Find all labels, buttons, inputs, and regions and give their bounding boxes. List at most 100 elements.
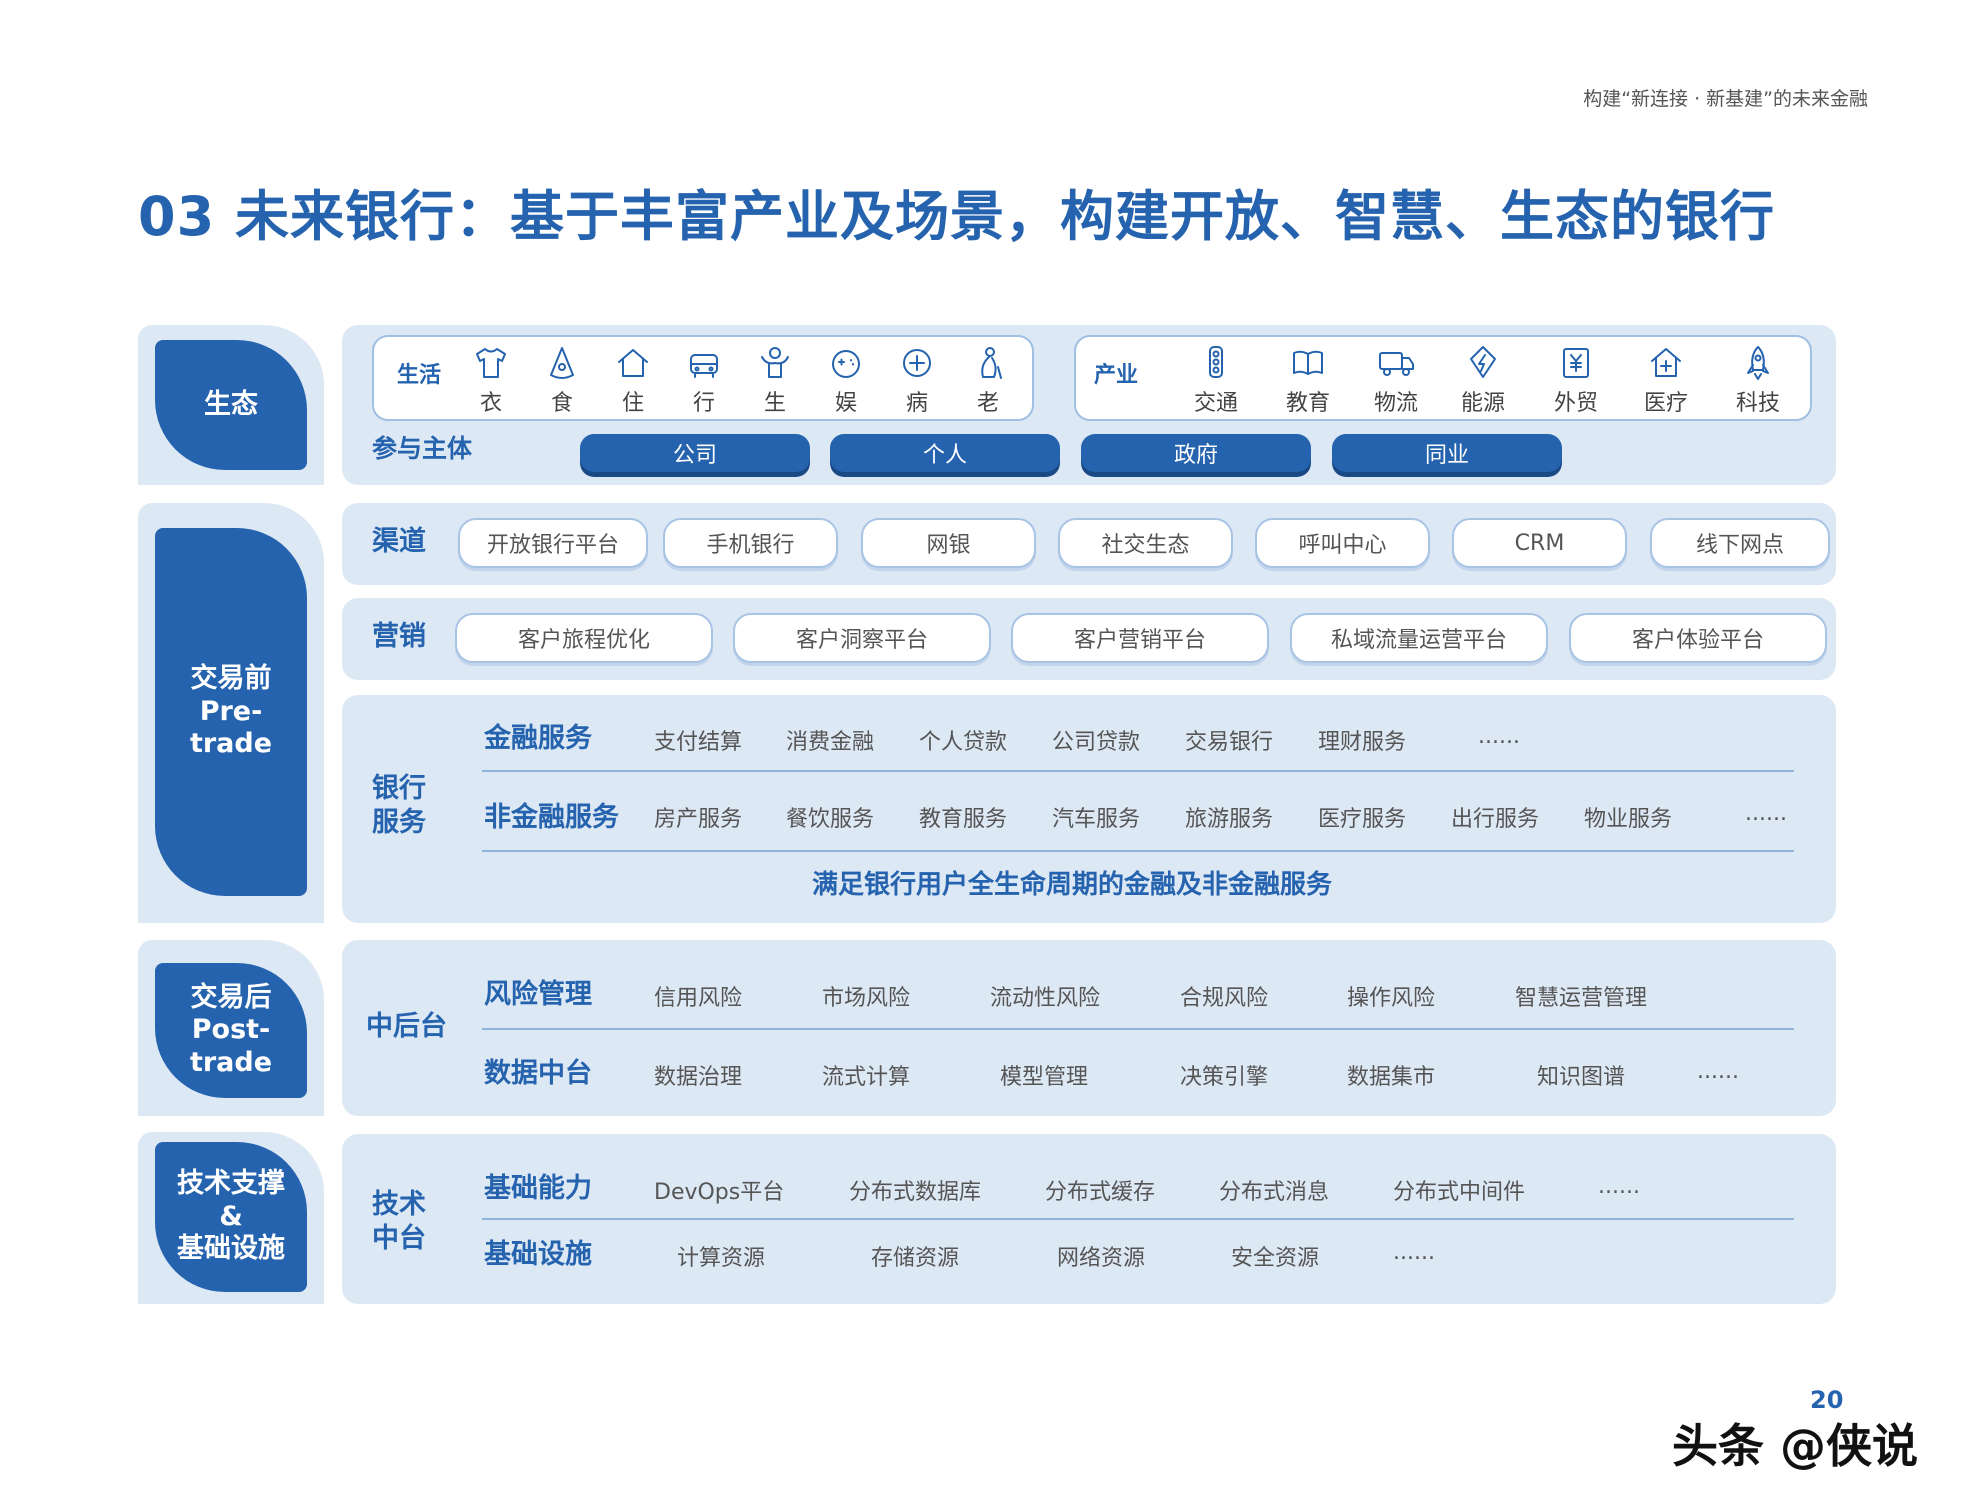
marketing-label: 营销 (372, 621, 426, 652)
icon-item: 科技 (1728, 343, 1788, 417)
row-item: 流式计算 (822, 1065, 911, 1090)
elder-icon (981, 347, 1002, 379)
truck-icon (1379, 352, 1414, 376)
row-item: 汽车服务 (1052, 807, 1141, 832)
channel-pill: 手机银行 (663, 518, 838, 568)
nonfinancial-services-label: 非金融服务 (484, 802, 619, 833)
row-item: 交易银行 (1185, 730, 1274, 755)
industry-card (1074, 335, 1812, 421)
row-item: 知识图谱 (1537, 1065, 1626, 1090)
icon-item: 交通 (1186, 343, 1246, 417)
yen-trade-icon (1563, 348, 1589, 378)
divider (482, 1218, 1794, 1220)
bank-services-note: 满足银行用户全生命周期的金融及非金融服务 (812, 870, 1333, 900)
divider (482, 770, 1794, 772)
channel-pill: 网银 (861, 518, 1036, 568)
row-item: 信用风险 (654, 986, 743, 1011)
row-item: 消费金融 (786, 730, 875, 755)
watermark: 头条 @侠说 (1672, 1419, 1919, 1473)
energy-icon (1470, 346, 1496, 378)
book-icon (1293, 350, 1323, 375)
row-item: ...... (1697, 1059, 1739, 1084)
traffic-light-icon (1209, 346, 1223, 378)
game-icon (832, 350, 860, 378)
risk-management-label: 风险管理 (484, 979, 592, 1010)
icon-label: 病 (905, 391, 928, 416)
financial-services-label: 金融服务 (484, 723, 592, 754)
rocket-icon (1747, 346, 1769, 380)
icon-item: 行 (674, 343, 734, 417)
row-item: ...... (1478, 724, 1520, 749)
row-item: 智慧运营管理 (1515, 986, 1648, 1011)
row-item: 旅游服务 (1185, 807, 1274, 832)
icon-item: 住 (603, 343, 663, 417)
marketing-pill: 客户洞察平台 (733, 613, 991, 663)
row-item: 房产服务 (654, 807, 743, 832)
row-item: 分布式消息 (1219, 1180, 1330, 1205)
baby-icon (761, 347, 789, 378)
medical-icon (903, 349, 931, 377)
row-item: 安全资源 (1231, 1246, 1320, 1271)
row-item: 出行服务 (1451, 807, 1540, 832)
channel-pill: 呼叫中心 (1255, 518, 1430, 568)
row-item: ...... (1598, 1174, 1640, 1199)
marketing-pill: 私域流量运营平台 (1290, 613, 1548, 663)
row-item: 理财服务 (1318, 730, 1407, 755)
data-platform-label: 数据中台 (484, 1058, 592, 1089)
row-item: 支付结算 (654, 730, 743, 755)
icon-item: 教育 (1278, 343, 1338, 417)
row-item: 合规风险 (1180, 986, 1269, 1011)
row-item: 操作风险 (1347, 986, 1436, 1011)
participant-pill: 公司 (580, 434, 810, 472)
header-tag: 构建“新连接 · 新基建”的未来金融 (1583, 88, 1868, 110)
row-item: 计算资源 (677, 1246, 766, 1271)
row-item: DevOps平台 (654, 1180, 785, 1205)
channel-pill: CRM (1452, 518, 1627, 568)
icon-label: 外贸 (1553, 391, 1598, 416)
marketing-pill: 客户旅程优化 (455, 613, 713, 663)
icon-item: 能源 (1453, 343, 1513, 417)
participant-pill: 个人 (830, 434, 1060, 472)
infrastructure-label: 基础设施 (484, 1239, 592, 1270)
life-label: 生活 (397, 363, 442, 388)
row-item: 餐饮服务 (786, 807, 875, 832)
row-item: 教育服务 (919, 807, 1008, 832)
row-item: 决策引擎 (1180, 1065, 1269, 1090)
row-item: 数据治理 (654, 1065, 743, 1090)
row-item: 市场风险 (822, 986, 911, 1011)
row-item: 数据集市 (1347, 1065, 1436, 1090)
tech-tab: 技术支撑 & 基础设施 (155, 1142, 307, 1292)
row-item: 分布式数据库 (849, 1180, 982, 1205)
tech-platform-label: 技术 中台 (372, 1189, 426, 1254)
icon-item: 病 (887, 343, 947, 417)
icon-item: 物流 (1366, 343, 1426, 417)
row-item: 个人贷款 (919, 730, 1008, 755)
icon-item: 老 (958, 343, 1018, 417)
icon-label: 教育 (1285, 391, 1330, 416)
icon-label: 物流 (1373, 391, 1418, 416)
participant-pill: 政府 (1081, 434, 1311, 472)
divider (482, 1028, 1794, 1030)
bank-services-label: 银行 服务 (372, 773, 426, 838)
row-item: ...... (1745, 801, 1787, 826)
hospital-icon (1651, 348, 1681, 377)
row-item: 公司贷款 (1052, 730, 1141, 755)
row-item: 分布式缓存 (1045, 1180, 1156, 1205)
icon-label: 行 (692, 391, 715, 416)
icon-label: 食 (550, 391, 573, 416)
row-item: 流动性风险 (990, 986, 1101, 1011)
car-icon (690, 354, 718, 378)
row-item: ...... (1393, 1240, 1435, 1265)
posttrade-tab: 交易后 Post- trade (155, 963, 307, 1098)
participant-pill: 同业 (1332, 434, 1562, 472)
icon-label: 娱 (834, 391, 857, 416)
row-item: 模型管理 (1000, 1065, 1089, 1090)
row-item: 物业服务 (1584, 807, 1673, 832)
marketing-pill: 客户营销平台 (1011, 613, 1269, 663)
shirt-icon (476, 348, 506, 378)
channel-pill: 线下网点 (1650, 518, 1830, 568)
base-capability-label: 基础能力 (484, 1173, 592, 1204)
industry-label: 产业 (1094, 363, 1139, 388)
icon-label: 衣 (479, 391, 502, 416)
icon-item: 娱 (816, 343, 876, 417)
